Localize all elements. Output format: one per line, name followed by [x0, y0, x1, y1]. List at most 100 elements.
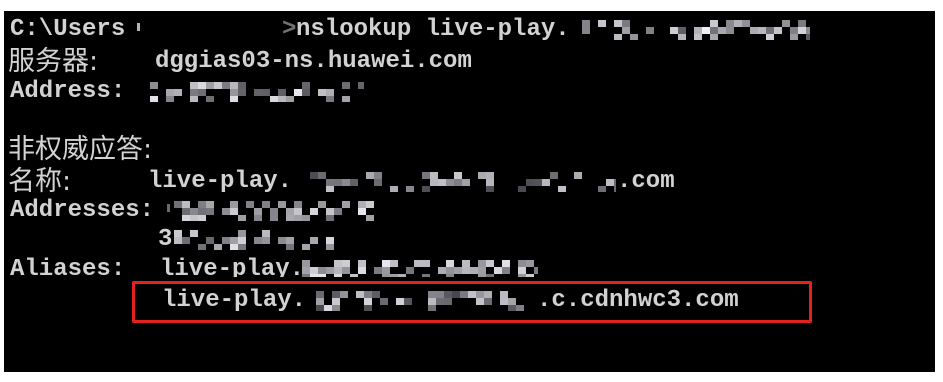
mosaic-cell — [742, 20, 750, 27]
mosaic-cell — [262, 89, 270, 96]
mosaic-cell — [182, 208, 190, 215]
mosaic-cell — [190, 89, 198, 96]
mosaic-cell — [494, 267, 502, 274]
mosaic-cell — [294, 215, 302, 221]
mosaic-cell — [286, 96, 294, 102]
mosaic-cell — [382, 274, 390, 277]
mosaic-cell — [198, 89, 206, 96]
mosaic-cell — [206, 201, 214, 208]
mosaic-cell — [734, 20, 742, 27]
mosaic-cell — [606, 179, 614, 186]
highlight-box — [132, 281, 812, 323]
mosaic-cell — [206, 237, 214, 244]
mosaic-cell — [294, 208, 302, 215]
mosaic-cell — [478, 172, 486, 179]
mosaic-cell — [710, 34, 718, 40]
mosaic-cell — [270, 208, 278, 215]
mosaic-cell — [382, 260, 390, 267]
mosaic-cell — [726, 20, 734, 27]
mosaic-cell — [238, 215, 246, 221]
mosaic-cell — [198, 208, 206, 215]
mosaic-cell — [358, 208, 366, 215]
mosaic-cell — [238, 82, 246, 89]
mosaic-cell — [486, 179, 494, 186]
mosaic-cell — [334, 274, 342, 277]
mosaic-cell — [502, 260, 510, 267]
mosaic-cell — [342, 267, 350, 274]
redacted-alias-1 — [302, 260, 538, 277]
mosaic-cell — [486, 186, 494, 192]
mosaic-cell — [374, 179, 382, 186]
mosaic-cell — [206, 96, 214, 102]
server-value: dggias03-ns.huawei.com — [155, 48, 472, 75]
mosaic-cell — [310, 267, 318, 274]
mosaic-cell — [222, 82, 230, 89]
mosaic-cell — [462, 267, 470, 274]
mosaic-cell — [190, 96, 198, 102]
mosaic-cell — [246, 201, 254, 208]
mosaic-cell — [526, 179, 534, 186]
mosaic-cell — [462, 179, 470, 186]
mosaic-cell — [614, 179, 616, 186]
console-window[interactable]: C:\Users > nslookup live-play. 服务器: dggi… — [4, 11, 935, 372]
mosaic-cell — [230, 237, 238, 244]
mosaic-cell — [446, 274, 454, 277]
command-line: C:\Users > nslookup live-play. — [4, 15, 935, 45]
mosaic-cell — [342, 260, 350, 267]
mosaic-cell — [326, 215, 334, 221]
mosaic-cell — [342, 201, 350, 208]
mosaic-cell — [278, 89, 286, 96]
mosaic-cell — [342, 82, 350, 89]
mosaic-cell — [174, 201, 182, 208]
mosaic-cell — [382, 267, 390, 274]
mosaic-cell — [358, 82, 364, 89]
redacted-address-1 — [174, 201, 374, 221]
mosaic-cell — [358, 260, 366, 267]
mosaic-cell — [302, 82, 310, 89]
mosaic-cell — [190, 208, 198, 215]
mosaic-cell — [270, 215, 278, 221]
mosaic-cell — [374, 172, 382, 179]
mosaic-cell — [694, 27, 702, 34]
mosaic-cell — [206, 208, 214, 215]
mosaic-cell — [318, 274, 326, 277]
name-line: 名称: live-play. .com — [4, 167, 935, 197]
mosaic-cell — [334, 267, 342, 274]
mosaic-cell — [174, 230, 182, 237]
mosaic-cell — [422, 186, 430, 192]
mosaic-cell — [430, 179, 438, 186]
redaction-stub — [137, 23, 140, 31]
mosaic-cell — [398, 274, 406, 277]
address-2-prefix: 3 — [158, 226, 173, 253]
mosaic-cell — [422, 260, 430, 267]
redaction-stub — [167, 204, 170, 212]
mosaic-cell — [302, 274, 310, 277]
mosaic-cell — [806, 34, 810, 40]
mosaic-cell — [198, 215, 206, 221]
mosaic-cell — [286, 208, 294, 215]
mosaic-cell — [390, 274, 398, 277]
mosaic-cell — [310, 208, 318, 215]
non-authoritative-line: 非权威应答: — [4, 135, 935, 165]
server-line: 服务器: dggias03-ns.huawei.com — [4, 47, 935, 77]
mosaic-cell — [446, 179, 454, 186]
name-value-suffix: .com — [617, 168, 675, 195]
mosaic-cell — [326, 244, 334, 250]
addresses-line: Addresses: — [4, 196, 935, 226]
mosaic-cell — [286, 237, 294, 244]
mosaic-cell — [310, 237, 318, 244]
mosaic-cell — [230, 244, 238, 250]
mosaic-cell — [270, 96, 278, 102]
mosaic-cell — [254, 237, 262, 244]
prompt-end: > — [282, 16, 297, 43]
mosaic-cell — [598, 20, 606, 27]
mosaic-cell — [518, 267, 526, 274]
mosaic-cell — [166, 89, 174, 96]
mosaic-cell — [518, 274, 526, 277]
mosaic-cell — [598, 186, 606, 192]
mosaic-cell — [222, 237, 230, 244]
non-authoritative-label: 非权威应答: — [8, 134, 153, 165]
mosaic-cell — [326, 96, 334, 102]
server-address-label: Address: — [10, 78, 126, 105]
mosaic-cell — [278, 201, 286, 208]
